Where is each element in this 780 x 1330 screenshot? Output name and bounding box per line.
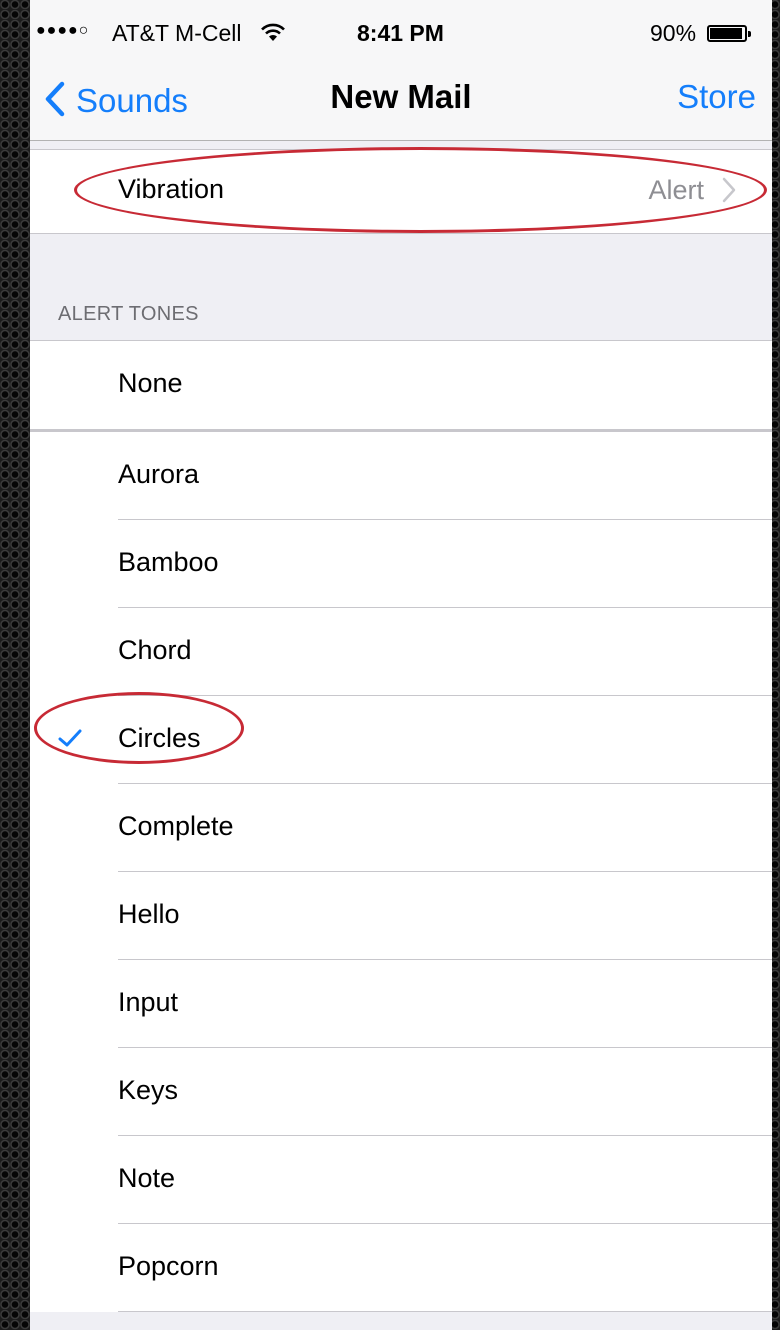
tone-row-input[interactable]: Input <box>30 960 772 1048</box>
tone-row-keys[interactable]: Keys <box>30 1048 772 1136</box>
settings-list: Vibration Alert ALERT TONES None Aurora … <box>30 141 772 1312</box>
checkmark-icon <box>58 728 82 753</box>
vibration-row[interactable]: Vibration Alert <box>30 149 772 234</box>
tone-label: Input <box>118 987 179 1017</box>
tone-row-chord[interactable]: Chord <box>30 608 772 696</box>
carrier-name: AT&T M-Cell <box>112 20 242 46</box>
tone-label: Popcorn <box>118 1251 219 1281</box>
tone-row-popcorn[interactable]: Popcorn <box>30 1224 772 1312</box>
tone-label: Bamboo <box>118 547 219 577</box>
battery-icon <box>707 25 751 42</box>
status-bar: ●●●●○ AT&T M-Cell 8:41 PM 90% <box>30 0 772 66</box>
vibration-label: Vibration <box>118 174 225 204</box>
page-title: New Mail <box>330 78 472 115</box>
chevron-right-icon <box>722 177 736 208</box>
tone-row-hello[interactable]: Hello <box>30 872 772 960</box>
tone-label: Complete <box>118 811 234 841</box>
row-separator <box>118 1311 772 1312</box>
tone-label: Chord <box>118 635 192 665</box>
tone-row-bamboo[interactable]: Bamboo <box>30 520 772 608</box>
store-button[interactable]: Store <box>677 78 756 116</box>
tone-list: Aurora Bamboo Chord Circles Complete Hel… <box>30 432 772 1312</box>
tone-label: Hello <box>118 899 180 929</box>
tone-label: Circles <box>118 723 201 753</box>
tone-row-complete[interactable]: Complete <box>30 784 772 872</box>
vibration-value: Alert <box>648 175 704 205</box>
tone-label: Note <box>118 1163 176 1193</box>
tone-label: Aurora <box>118 459 200 489</box>
section-header-alert-tones: ALERT TONES <box>58 303 199 325</box>
wifi-icon <box>260 22 286 47</box>
tone-row-none[interactable]: None <box>30 340 772 432</box>
tone-row-aurora[interactable]: Aurora <box>30 432 772 520</box>
tone-row-circles[interactable]: Circles <box>30 696 772 784</box>
status-time: 8:41 PM <box>357 20 444 46</box>
tone-label: Keys <box>118 1075 179 1105</box>
tone-label: None <box>118 368 183 398</box>
navigation-bar: Sounds New Mail Store <box>30 66 772 141</box>
phone-screen: ●●●●○ AT&T M-Cell 8:41 PM 90% Sounds New… <box>30 0 772 1330</box>
section-spacer: ALERT TONES <box>30 234 772 340</box>
tone-row-note[interactable]: Note <box>30 1136 772 1224</box>
signal-strength: ●●●●○ <box>36 22 90 39</box>
battery-percentage: 90% <box>650 20 697 46</box>
